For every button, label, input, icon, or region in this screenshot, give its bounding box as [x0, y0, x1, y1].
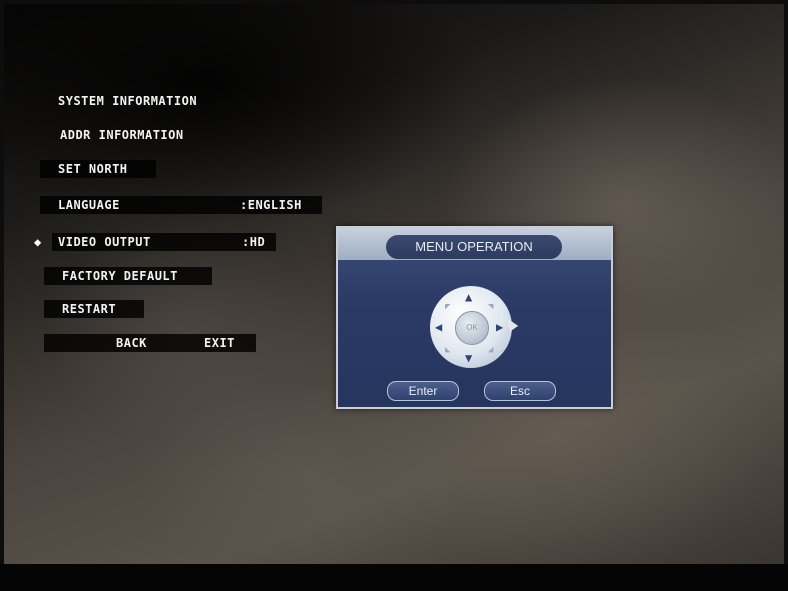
- menu-item-language[interactable]: LANGUAGE :ENGLISH: [40, 196, 322, 214]
- arrow-left-icon[interactable]: ◀: [435, 321, 442, 333]
- menu-nav-bar: BACK EXIT: [44, 334, 256, 352]
- exit-button[interactable]: EXIT: [204, 334, 235, 352]
- menu-item-video-output[interactable]: ◆ VIDEO OUTPUT :HD: [34, 233, 276, 251]
- menu-item-set-north[interactable]: SET NORTH: [40, 160, 156, 178]
- arrow-down-left-icon[interactable]: ◣: [445, 344, 450, 356]
- video-output-value: :HD: [242, 235, 266, 249]
- direction-pad[interactable]: ▲ ▼ ◀ ▶ ◤ ◥ ◣ ◢ OK: [430, 286, 512, 368]
- selection-diamond-icon: ◆: [34, 235, 42, 249]
- menu-item-system-information[interactable]: SYSTEM INFORMATION: [52, 92, 203, 110]
- menu-item-label: VIDEO OUTPUT: [58, 235, 151, 249]
- arrow-right-icon[interactable]: ▶: [496, 321, 503, 333]
- menu-item-label: SYSTEM INFORMATION: [58, 94, 198, 108]
- arrow-up-left-icon[interactable]: ◤: [445, 301, 450, 313]
- menu-operation-dialog: MENU OPERATION ▲ ▼ ◀ ▶ ◤ ◥ ◣ ◢ OK Enter …: [336, 226, 613, 409]
- menu-item-label: RESTART: [62, 302, 117, 316]
- dialog-titlebar: MENU OPERATION: [338, 228, 611, 260]
- arrow-up-icon[interactable]: ▲: [465, 291, 472, 303]
- menu-item-restart[interactable]: RESTART: [44, 300, 144, 318]
- arrow-down-right-icon[interactable]: ◢: [488, 344, 493, 356]
- dpad-center-button[interactable]: OK: [455, 311, 489, 345]
- arrow-down-icon[interactable]: ▼: [465, 352, 472, 364]
- menu-item-label: SET NORTH: [58, 162, 128, 176]
- monitor-screen: SYSTEM INFORMATION ADDR INFORMATION SET …: [4, 4, 784, 564]
- menu-item-label: LANGUAGE: [58, 198, 120, 212]
- menu-item-addr-information[interactable]: ADDR INFORMATION: [54, 126, 190, 144]
- monitor-bezel: [0, 564, 788, 591]
- language-value: :ENGLISH: [240, 198, 302, 212]
- enter-button[interactable]: Enter: [387, 381, 459, 401]
- menu-item-label: ADDR INFORMATION: [60, 128, 184, 142]
- esc-button[interactable]: Esc: [484, 381, 556, 401]
- back-button[interactable]: BACK: [116, 334, 147, 352]
- menu-item-label: FACTORY DEFAULT: [62, 269, 178, 283]
- menu-item-factory-default[interactable]: FACTORY DEFAULT: [44, 267, 212, 285]
- dialog-title: MENU OPERATION: [386, 235, 562, 259]
- center-button-label: OK: [466, 323, 478, 332]
- arrow-up-right-icon[interactable]: ◥: [488, 301, 493, 313]
